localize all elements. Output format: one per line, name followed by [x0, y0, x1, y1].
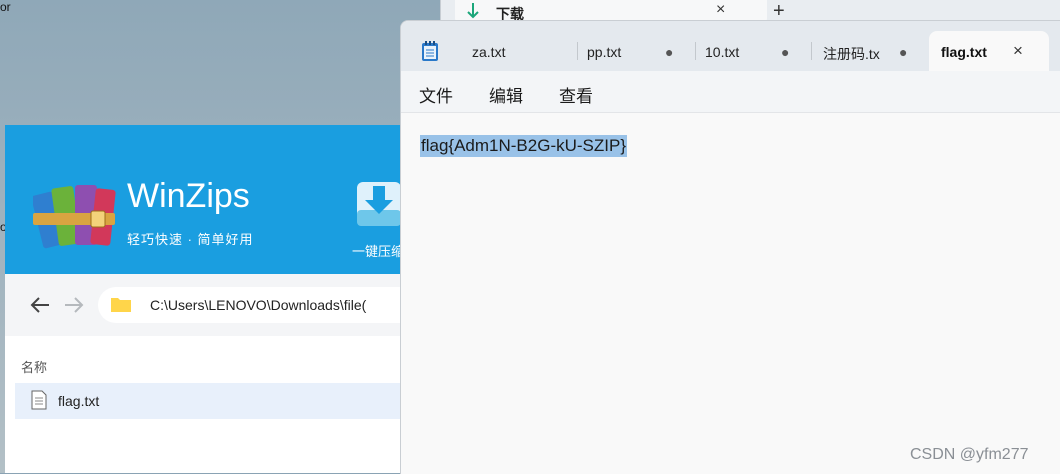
path-text: C:\Users\LENOVO\Downloads\file( [150, 297, 367, 313]
winzips-title: WinZips [127, 177, 250, 215]
file-name: flag.txt [58, 393, 100, 409]
tab-label: 10.txt [705, 44, 740, 60]
tab-label: pp.txt [587, 44, 622, 60]
winzips-logo-icon [33, 185, 116, 249]
tab-separator [811, 42, 812, 60]
winzips-subtitle: 轻巧快速 · 简单好用 [127, 232, 254, 247]
back-arrow-icon[interactable] [29, 294, 51, 316]
tab-separator [695, 42, 696, 60]
tab-registration-code[interactable]: 注册码.tx ● [813, 31, 927, 71]
tab-flag-txt[interactable]: flag.txt × [929, 31, 1049, 71]
menu-file[interactable]: 文件 [419, 82, 453, 107]
tab-10-txt[interactable]: 10.txt ● [697, 31, 811, 71]
unsaved-dot-icon: ● [665, 44, 674, 60]
notepad-app-icon [422, 41, 438, 61]
path-bar[interactable]: C:\Users\LENOVO\Downloads\file( [98, 287, 400, 323]
tab-label: flag.txt [941, 44, 987, 60]
unsaved-dot-icon: ● [781, 44, 790, 60]
column-header-name[interactable]: 名称 [21, 357, 47, 376]
one-click-compress-icon[interactable] [355, 180, 403, 230]
notepad-window: za.txt pp.txt ● 10.txt ● 注册码.tx ● flag.t… [400, 20, 1060, 474]
forward-arrow-icon[interactable] [63, 294, 85, 316]
tab-separator [577, 42, 578, 60]
tab-label: 注册码.tx [823, 46, 880, 62]
file-row[interactable]: flag.txt [15, 383, 400, 419]
winzips-nav-bar: C:\Users\LENOVO\Downloads\file( [5, 274, 400, 336]
tab-close-icon[interactable]: × [1013, 41, 1023, 61]
csdn-watermark: CSDN @yfm277 [910, 446, 1029, 463]
folder-icon [111, 298, 131, 312]
notepad-menu-bar: 文件 编辑 查看 [401, 71, 1060, 113]
download-tab-close-icon[interactable]: × [716, 1, 725, 19]
desktop-text-fragment: or [0, 0, 11, 14]
winzips-header: WinZips 轻巧快速 · 简单好用 一键压缩 [5, 125, 404, 274]
menu-edit[interactable]: 编辑 [489, 82, 523, 107]
winzips-window: WinZips 轻巧快速 · 简单好用 一键压缩 C:\Users\LENOVO… [5, 125, 404, 473]
tab-pp-txt[interactable]: pp.txt ● [579, 31, 693, 71]
editor-selected-text[interactable]: flag{Adm1N-B2G-kU-SZIP} [420, 135, 628, 157]
tab-label: za.txt [472, 44, 506, 60]
unsaved-dot-icon: ● [899, 44, 908, 60]
one-click-compress-label[interactable]: 一键压缩 [352, 241, 404, 260]
notepad-tab-bar: za.txt pp.txt ● 10.txt ● 注册码.tx ● flag.t… [401, 21, 1060, 71]
menu-view[interactable]: 查看 [559, 82, 593, 107]
tab-za-txt[interactable]: za.txt [459, 31, 575, 71]
download-arrow-icon [467, 3, 479, 19]
text-file-icon [31, 390, 47, 410]
